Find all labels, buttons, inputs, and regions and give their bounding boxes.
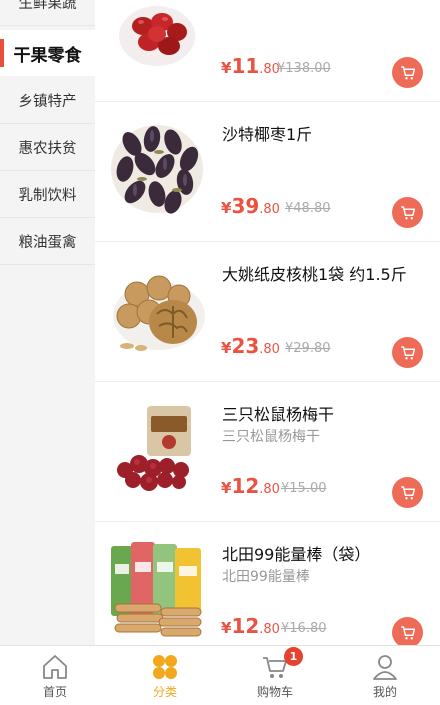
product-card[interactable]: 三只松鼠杨梅干 三只松鼠杨梅干 ¥12.80 ¥15.00 bbox=[95, 382, 440, 522]
add-to-cart-button[interactable] bbox=[392, 197, 423, 228]
sidebar-item-label: 生鲜果蔬 bbox=[18, 0, 77, 12]
cart-icon bbox=[400, 625, 415, 639]
product-price: ¥12.80 bbox=[221, 474, 280, 498]
tab-cart[interactable]: 1 购物车 bbox=[220, 646, 330, 705]
red-dates-image bbox=[119, 6, 195, 66]
product-card[interactable]: 大姚纸皮核桃1袋 约1.5斤 ¥23.80 ¥29.80 bbox=[95, 242, 440, 382]
product-original-price: ¥138.00 bbox=[277, 61, 331, 76]
sidebar-item-label: 乳制饮料 bbox=[18, 188, 77, 204]
sidebar-item-label: 惠农扶贫 bbox=[18, 141, 77, 157]
sidebar-item-dairy-drinks[interactable]: 乳制饮料 bbox=[0, 172, 95, 218]
sidebar-item-poverty-relief[interactable]: 惠农扶贫 bbox=[0, 125, 95, 171]
sidebar-item-local-specialties[interactable]: 乡镇特产 bbox=[0, 78, 95, 124]
product-subtitle: 三只松鼠杨梅干 bbox=[222, 429, 320, 445]
cart-icon bbox=[400, 65, 415, 79]
product-original-price: ¥29.80 bbox=[285, 341, 331, 356]
product-card[interactable]: 北田99能量棒（袋） 北田99能量棒 ¥12.80 ¥16.80 bbox=[95, 522, 440, 645]
tab-label: 购物车 bbox=[256, 685, 293, 699]
product-name: 北田99能量棒（袋） bbox=[222, 545, 371, 564]
product-original-price: ¥16.80 bbox=[281, 621, 327, 636]
product-card[interactable]: 沙特椰枣1斤 ¥39.80 ¥48.80 bbox=[95, 102, 440, 242]
add-to-cart-button[interactable] bbox=[392, 477, 423, 508]
tab-home[interactable]: 首页 bbox=[0, 646, 110, 705]
sidebar-item-fresh-produce[interactable]: 生鲜果蔬 bbox=[0, 0, 95, 26]
category-icon bbox=[153, 655, 177, 679]
product-name: 沙特椰枣1斤 bbox=[222, 125, 313, 144]
category-sidebar: 生鲜果蔬 干果零食 乡镇特产 惠农扶贫 乳制饮料 粮油蛋禽 bbox=[0, 0, 95, 645]
product-original-price: ¥48.80 bbox=[285, 201, 331, 216]
tab-profile[interactable]: 我的 bbox=[330, 646, 440, 705]
tab-label: 首页 bbox=[42, 685, 67, 699]
add-to-cart-button[interactable] bbox=[392, 617, 423, 645]
sidebar-item-label: 乡镇特产 bbox=[18, 94, 77, 110]
cart-icon bbox=[400, 485, 415, 499]
user-icon bbox=[373, 655, 397, 680]
dried-bayberry-image bbox=[117, 406, 191, 491]
sidebar-item-label: 粮油蛋禽 bbox=[18, 235, 77, 251]
product-subtitle: 北田99能量棒 bbox=[222, 569, 310, 585]
add-to-cart-button[interactable] bbox=[392, 57, 423, 88]
sidebar-item-label: 干果零食 bbox=[13, 45, 82, 66]
sidebar-item-grain-oil-eggs[interactable]: 粮油蛋禽 bbox=[0, 219, 95, 265]
product-price: ¥39.80 bbox=[221, 194, 280, 218]
sidebar-item-dried-fruit-snacks[interactable]: 干果零食 bbox=[0, 30, 95, 76]
energy-bar-image bbox=[111, 542, 202, 637]
bottom-tab-bar: 首页 分类 1 购物车 我的 bbox=[0, 645, 440, 705]
add-to-cart-button[interactable] bbox=[392, 337, 423, 368]
cart-count-badge: 1 bbox=[284, 647, 303, 666]
product-price: ¥23.80 bbox=[221, 334, 280, 358]
product-original-price: ¥15.00 bbox=[281, 481, 327, 496]
product-price: ¥12.80 bbox=[221, 614, 280, 638]
walnuts-image bbox=[113, 275, 205, 351]
tab-label: 我的 bbox=[372, 685, 397, 699]
product-price: ¥11.80 bbox=[221, 54, 280, 78]
product-name: 大姚纸皮核桃1袋 约1.5斤 bbox=[222, 265, 407, 284]
tab-label: 分类 bbox=[152, 685, 177, 699]
cart-icon bbox=[400, 205, 415, 219]
saudi-dates-image bbox=[111, 125, 203, 214]
product-name: 三只松鼠杨梅干 bbox=[222, 405, 335, 424]
tab-category[interactable]: 分类 bbox=[110, 646, 220, 705]
home-icon bbox=[43, 655, 67, 679]
product-list[interactable]: ¥11.80 ¥138.00 沙特椰枣1斤 ¥39.80 ¥48.80 大姚纸皮… bbox=[95, 0, 440, 645]
product-card[interactable]: ¥11.80 ¥138.00 bbox=[95, 0, 440, 102]
cart-icon bbox=[400, 345, 415, 359]
